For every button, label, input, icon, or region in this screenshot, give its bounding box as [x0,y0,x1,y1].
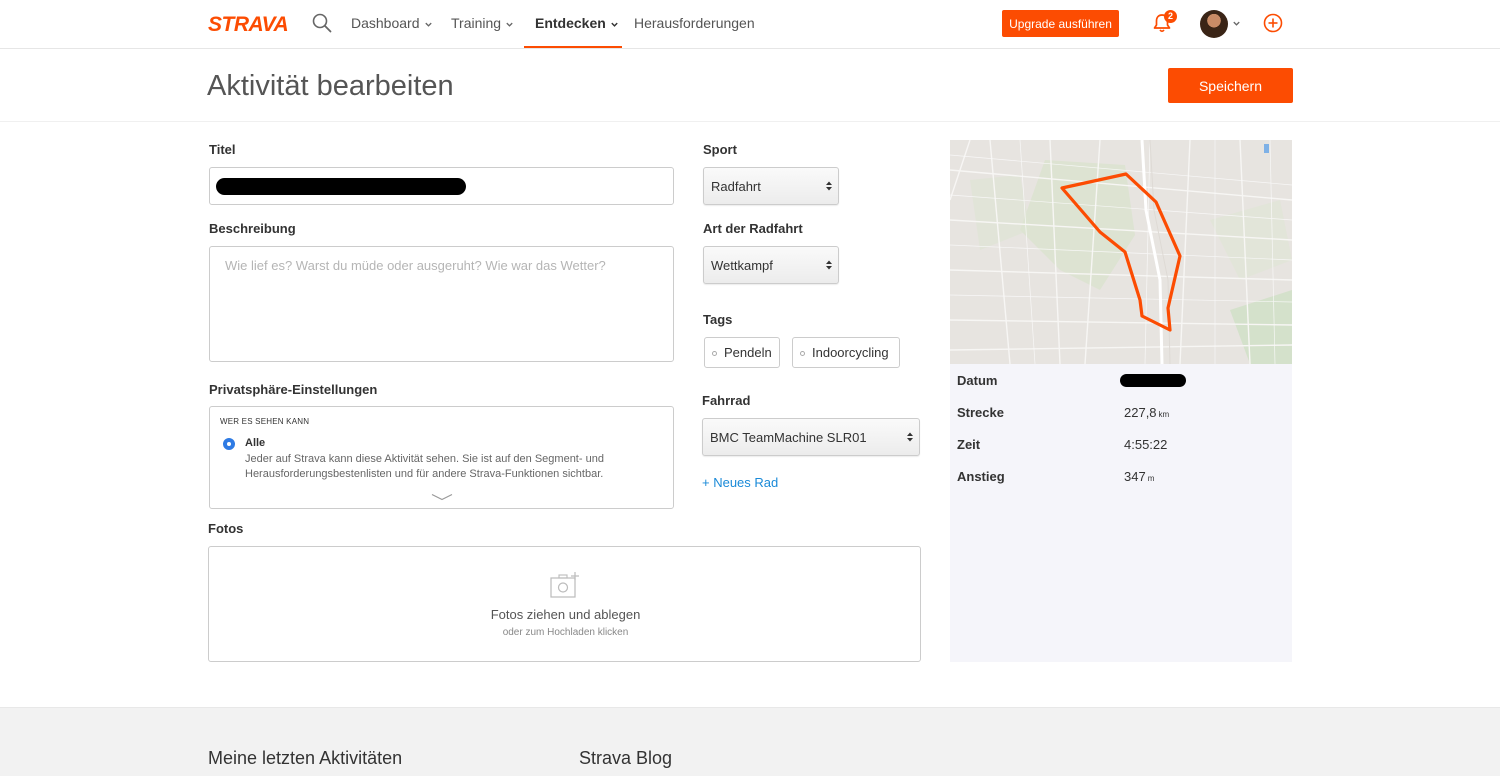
title-label: Titel [209,142,236,157]
time-label: Zeit [957,437,981,452]
redaction-mark [216,178,466,195]
chevron-down-icon [506,22,513,27]
nav-dashboard[interactable]: Dashboard [351,0,433,47]
privacy-heading: WER ES SEHEN KANN [220,417,310,426]
tag-commute[interactable]: Pendeln [704,337,780,368]
page-header: Aktivität bearbeiten Speichern [0,49,1500,122]
notification-badge: 2 [1164,10,1177,23]
tag-label: Pendeln [724,345,772,360]
strava-blog-heading: Strava Blog [579,748,673,768]
avatar[interactable] [1200,10,1228,38]
nav-entdecken-label: Entdecken [535,15,606,31]
tag-hole-icon [712,351,717,356]
title-input[interactable] [209,167,674,205]
plus-circle-icon[interactable] [1263,13,1283,33]
chevron-down-icon[interactable] [1232,19,1241,28]
elevation-label: Anstieg [957,469,1005,484]
photo-upload-hint: oder zum Hochladen klicken [502,627,629,638]
nav-entdecken[interactable]: Entdecken [524,0,622,48]
chevron-down-icon [424,22,432,27]
privacy-option-description: Jeder auf Strava kann diese Aktivität se… [245,453,604,480]
sport-label: Sport [703,142,737,157]
bike-select-value: BMC TeamMachine SLR01 [710,429,867,445]
nav-training-label: Training [451,15,502,31]
select-arrows-icon [826,181,832,191]
recent-activities-heading: Meine letzten Aktivitäten [208,748,403,768]
privacy-radio-everyone[interactable] [223,438,235,450]
route-map[interactable] [950,140,1292,364]
redaction-mark [1120,374,1186,387]
date-label: Datum [957,373,998,388]
upgrade-button[interactable]: Upgrade ausführen [1002,10,1119,37]
bike-label: Fahrrad [702,393,751,408]
privacy-label: Privatsphäre-Einstellungen [209,382,378,397]
description-label: Beschreibung [209,221,296,236]
photo-drop-text: Fotos ziehen und ablegen [490,607,641,622]
nav-herausforderungen-label: Herausforderungen [634,15,755,31]
time-value: 4:55:22 [1124,437,1168,452]
page-title: Aktivität bearbeiten [207,70,454,102]
select-arrows-icon [826,260,832,270]
nav-training[interactable]: Training [451,0,514,47]
top-navigation: STRAVA Dashboard Training Entdecken Hera… [0,0,1500,49]
tags-label: Tags [703,312,733,327]
distance-value: 227,8 km [1124,405,1170,420]
tag-label: Indoorcycling [812,345,889,360]
description-textarea[interactable] [209,246,674,362]
chevron-down-icon [611,22,618,27]
sport-select-value: Radfahrt [711,178,761,194]
tag-indoor[interactable]: Indoorcycling [792,337,900,368]
bike-select[interactable]: BMC TeamMachine SLR01 [702,418,920,456]
strava-logo[interactable]: STRAVA [208,13,289,37]
privacy-selector[interactable]: WER ES SEHEN KANN Alle Jeder auf Strava … [209,406,674,509]
privacy-option-label: Alle [245,437,266,449]
select-arrows-icon [907,432,913,442]
tag-hole-icon [800,351,805,356]
distance-label: Strecke [957,405,1004,420]
photos-label: Fotos [208,521,244,536]
add-photo-icon [550,572,579,598]
save-button[interactable]: Speichern [1168,68,1293,103]
ride-type-select-value: Wettkampf [711,257,773,273]
chevron-down-icon[interactable] [431,493,453,501]
sport-select[interactable]: Radfahrt [703,167,839,205]
map-canvas [950,140,1292,364]
activity-summary-panel: Datum Strecke 227,8 km Zeit 4:55:22 Ansti… [950,140,1292,662]
search-icon[interactable] [312,13,332,33]
ride-type-select[interactable]: Wettkampf [703,246,839,284]
nav-dashboard-label: Dashboard [351,15,420,31]
elevation-value: 347 m [1124,469,1155,484]
add-bike-link[interactable]: + Neues Rad [702,475,778,490]
photo-dropzone[interactable]: Fotos ziehen und ablegen oder zum Hochla… [208,546,921,662]
nav-herausforderungen[interactable]: Herausforderungen [634,0,755,47]
ride-type-label: Art der Radfahrt [703,221,803,236]
footer: Meine letzten Aktivitäten Strava Blog [0,707,1500,776]
